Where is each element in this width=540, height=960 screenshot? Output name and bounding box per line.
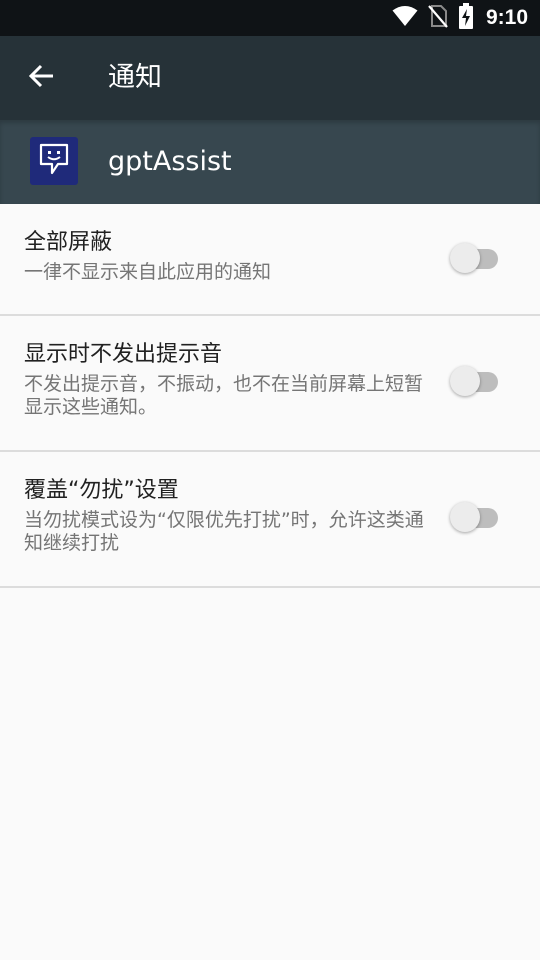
app-header: gptAssist [0, 120, 540, 204]
setting-silent[interactable]: 显示时不发出提示音 不发出提示音，不振动，也不在当前屏幕上短暂显示这些通知。 [0, 316, 540, 452]
back-button[interactable] [18, 54, 66, 102]
switch-thumb [450, 243, 480, 273]
chat-bubble-smile-icon [38, 142, 70, 180]
battery-charging-icon [458, 3, 474, 33]
wifi-icon [392, 5, 418, 31]
page-title: 通知 [108, 62, 162, 93]
setting-summary: 不发出提示音，不振动，也不在当前屏幕上短暂显示这些通知。 [24, 373, 424, 418]
silent-switch[interactable] [450, 362, 500, 402]
setting-text: 显示时不发出提示音 不发出提示音，不振动，也不在当前屏幕上短暂显示这些通知。 [24, 340, 424, 419]
override-dnd-switch[interactable] [450, 498, 500, 538]
block-all-switch[interactable] [450, 239, 500, 279]
switch-thumb [450, 366, 480, 396]
setting-summary: 当勿扰模式设为“仅限优先打扰”时，允许这类通知继续打扰 [24, 509, 424, 554]
toolbar: 通知 [0, 36, 540, 120]
setting-title: 显示时不发出提示音 [24, 342, 223, 367]
app-name: gptAssist [108, 146, 232, 177]
setting-block-all[interactable]: 全部屏蔽 一律不显示来自此应用的通知 [0, 204, 540, 316]
setting-summary: 一律不显示来自此应用的通知 [24, 261, 272, 283]
setting-text: 全部屏蔽 一律不显示来自此应用的通知 [24, 228, 424, 284]
no-sim-icon [428, 4, 448, 32]
arrow-back-icon [28, 62, 56, 94]
settings-list: 全部屏蔽 一律不显示来自此应用的通知 显示时不发出提示音 不发出提示音，不振动，… [0, 204, 540, 588]
setting-override-dnd[interactable]: 覆盖“勿扰”设置 当勿扰模式设为“仅限优先打扰”时，允许这类通知继续打扰 [0, 452, 540, 588]
status-icons: 9:10 [392, 0, 528, 36]
status-bar: 9:10 [0, 0, 540, 36]
status-time: 9:10 [485, 6, 528, 29]
switch-thumb [450, 502, 480, 532]
app-icon [30, 137, 78, 185]
setting-title: 全部屏蔽 [24, 230, 113, 255]
setting-title: 覆盖“勿扰”设置 [24, 478, 179, 503]
setting-text: 覆盖“勿扰”设置 当勿扰模式设为“仅限优先打扰”时，允许这类通知继续打扰 [24, 476, 424, 555]
